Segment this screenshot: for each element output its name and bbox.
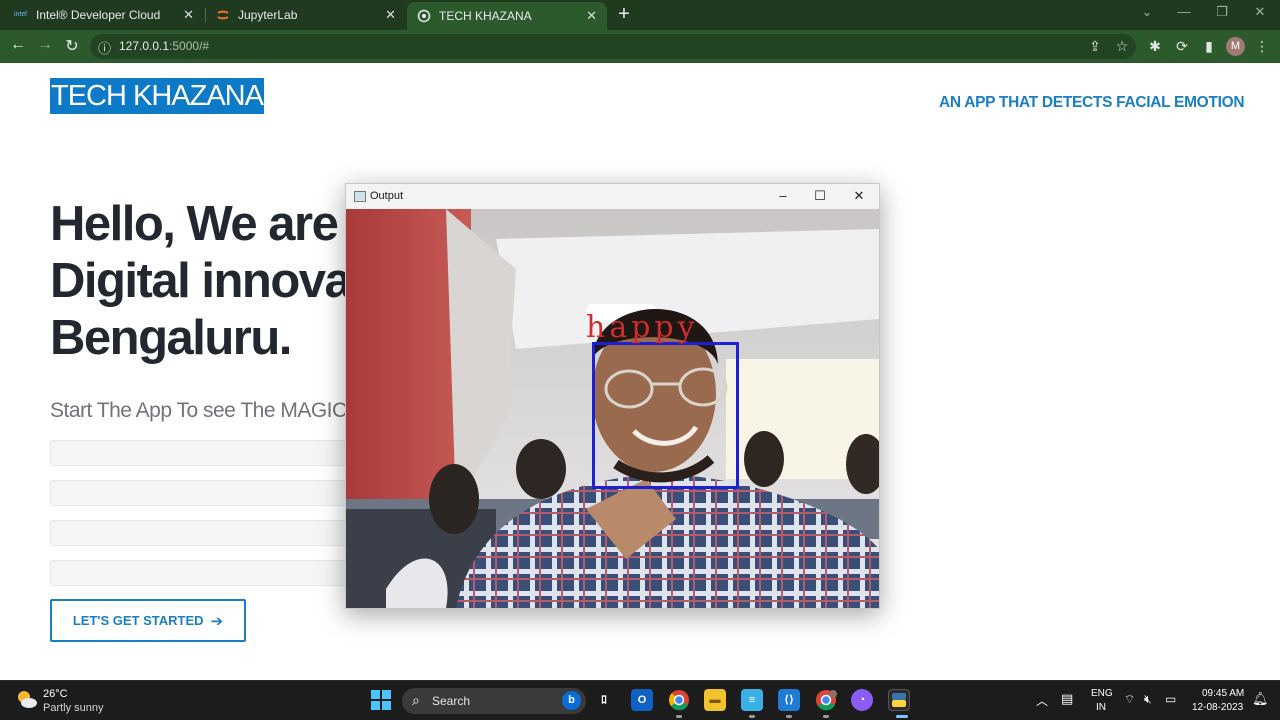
output-window-title: Output xyxy=(370,190,404,202)
file-explorer-icon[interactable]: ▬ xyxy=(704,689,726,711)
bing-icon[interactable]: b xyxy=(562,691,581,710)
emotion-label: happy xyxy=(586,310,699,345)
reload-button[interactable]: ↻ xyxy=(62,36,82,56)
windows-start-icon[interactable] xyxy=(371,690,391,710)
webcam-frame-image: happy xyxy=(346,209,879,608)
tab-title: Intel® Developer Cloud xyxy=(36,8,161,22)
python-icon[interactable] xyxy=(888,689,910,711)
search-icon: ⌕ xyxy=(412,692,420,708)
running-indicator xyxy=(786,715,792,718)
running-indicator xyxy=(749,715,755,718)
weather-condition[interactable]: Partly sunny xyxy=(43,702,104,714)
tab-jupyterlab[interactable]: JupyterLab ✕ xyxy=(206,0,406,30)
intel-icon: intel xyxy=(14,11,27,18)
share-icon[interactable]: ⇪ xyxy=(1086,38,1104,55)
site-brand[interactable]: TECH KHAZANA xyxy=(50,78,264,114)
window-app-icon xyxy=(354,191,366,202)
url-path: :5000/# xyxy=(169,39,210,53)
clock-time[interactable]: 09:45 AM xyxy=(1202,688,1244,699)
window-minimize-button[interactable]: – xyxy=(773,188,793,203)
weather-temperature[interactable]: 26°C xyxy=(43,688,68,700)
weather-sun-cloud-icon[interactable] xyxy=(16,689,38,709)
jupyter-icon xyxy=(216,8,230,22)
clock-date[interactable]: 12-08-2023 xyxy=(1192,702,1243,713)
tab-title: TECH KHAZANA xyxy=(439,9,532,23)
minimize-button[interactable]: — xyxy=(1174,4,1194,19)
notification-bell-icon[interactable]: 🔔︎ xyxy=(1252,691,1269,707)
bookmark-star-icon[interactable]: ☆ xyxy=(1113,38,1131,55)
active-indicator xyxy=(896,715,908,718)
url-text[interactable]: 127.0.0.1:5000/# xyxy=(119,39,209,53)
placeholder-bar xyxy=(50,440,360,466)
volume-muted-icon[interactable]: 🔇︎ xyxy=(1144,692,1152,707)
close-icon[interactable]: ✕ xyxy=(183,7,194,23)
tab-title: JupyterLab xyxy=(238,8,298,22)
tray-overflow-chevron-icon[interactable]: ︿ xyxy=(1036,692,1048,709)
running-indicator xyxy=(823,715,829,718)
language-region[interactable]: IN xyxy=(1096,702,1106,713)
vscode-icon[interactable]: ⟨⟩ xyxy=(778,689,800,711)
github-desktop-icon[interactable]: ◔ xyxy=(851,689,873,711)
forward-button[interactable]: → xyxy=(35,36,55,54)
output-window[interactable]: Output – ☐ ✕ happy xyxy=(345,183,880,609)
language-indicator[interactable]: ENG xyxy=(1091,688,1113,699)
menu-kebab-icon[interactable]: ⋮ xyxy=(1253,38,1271,55)
side-panel-icon[interactable]: ▮ xyxy=(1200,38,1218,55)
taskbar-search-label: Search xyxy=(432,694,471,708)
battery-icon[interactable]: ▭ xyxy=(1165,692,1176,706)
get-started-label: LET'S GET STARTED xyxy=(72,613,204,628)
notepad-icon[interactable]: ≡ xyxy=(741,689,763,711)
profile-avatar[interactable]: M xyxy=(1226,37,1245,56)
outlook-icon[interactable]: O xyxy=(631,689,653,711)
widgets-icon[interactable]: ﾛ xyxy=(593,689,615,711)
wifi-icon[interactable]: ⌔ xyxy=(1124,692,1135,707)
tray-storage-icon[interactable]: ▤ xyxy=(1061,691,1073,707)
extensions-icon[interactable]: ✱ xyxy=(1146,38,1164,55)
close-icon[interactable]: ✕ xyxy=(385,7,396,23)
app-icon xyxy=(417,9,431,23)
site-info-icon[interactable]: ⓘ xyxy=(98,38,111,57)
tab-search-icon[interactable]: ⌄ xyxy=(1137,4,1157,20)
close-icon[interactable]: ✕ xyxy=(586,8,597,24)
placeholder-bar xyxy=(50,480,360,506)
get-started-button[interactable]: LET'S GET STARTED ➔ xyxy=(50,599,246,642)
tab-intel-developer-cloud[interactable]: intel Intel® Developer Cloud ✕ xyxy=(4,0,204,30)
window-close-button[interactable]: ✕ xyxy=(849,188,869,204)
webcam-feed: happy xyxy=(346,209,879,608)
taskbar-search-box[interactable] xyxy=(402,688,586,714)
sync-icon[interactable]: ⟳ xyxy=(1173,38,1191,55)
running-indicator xyxy=(676,715,682,718)
new-tab-button[interactable]: + xyxy=(614,3,634,26)
tab-tech-khazana[interactable]: TECH KHAZANA ✕ xyxy=(407,2,607,30)
close-window-button[interactable]: ✕ xyxy=(1250,4,1270,20)
window-maximize-button[interactable]: ☐ xyxy=(810,188,830,204)
back-button[interactable]: ← xyxy=(8,36,28,54)
arrow-right-icon: ➔ xyxy=(210,612,224,630)
url-host: 127.0.0.1 xyxy=(119,39,170,53)
chrome-profile-icon[interactable] xyxy=(815,689,837,711)
hero-subtitle: Start The App To see The MAGIC xyxy=(50,399,347,422)
maximize-button[interactable]: ❐ xyxy=(1212,4,1232,20)
chrome-icon[interactable] xyxy=(668,689,690,711)
output-window-titlebar[interactable]: Output – ☐ ✕ xyxy=(346,184,879,209)
address-bar[interactable] xyxy=(90,34,1136,59)
placeholder-bar xyxy=(50,520,360,546)
placeholder-bar xyxy=(50,560,360,586)
site-tagline: AN APP THAT DETECTS FACIAL EMOTION xyxy=(939,94,1245,111)
